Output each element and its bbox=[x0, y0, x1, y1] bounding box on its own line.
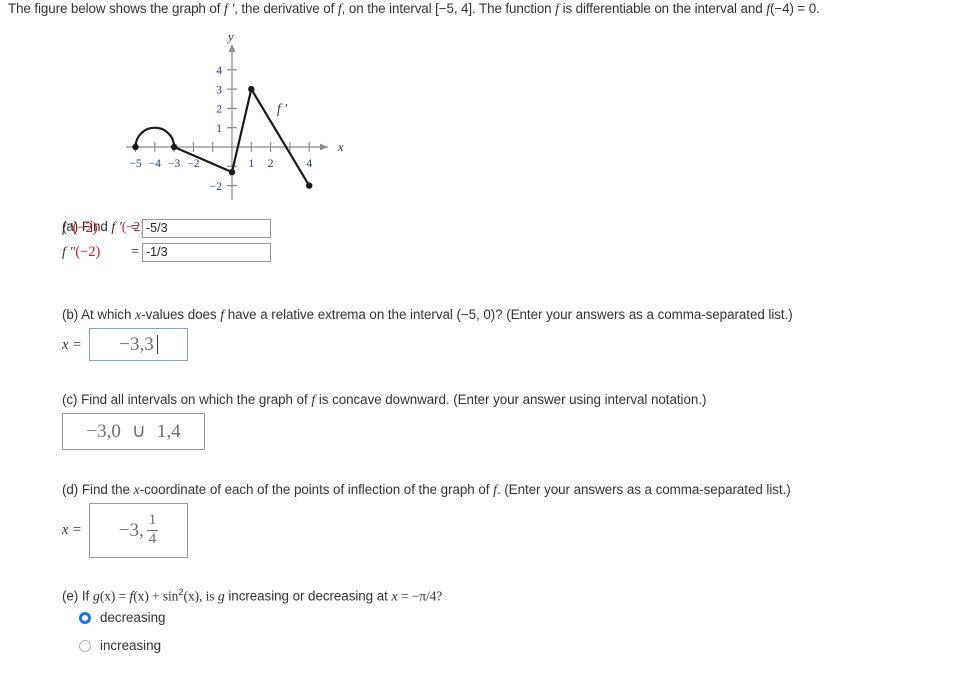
part-d-answer-box[interactable]: −3, 1 4 bbox=[89, 503, 188, 558]
part-a-label-1: f ′(−2) bbox=[62, 220, 128, 237]
x-axis-arrow bbox=[320, 143, 328, 151]
part-a-equals-1: = bbox=[130, 220, 140, 236]
part-a-label-2-arg: (−2) bbox=[75, 244, 101, 260]
part-e-q-value: = −π/4? bbox=[397, 588, 443, 604]
part-e-q-g2: g bbox=[217, 589, 225, 605]
prompt-text-4: is differentiable on the interval and bbox=[558, 1, 767, 16]
prompt-f-prime: f ′ bbox=[224, 2, 235, 17]
x-tick-label-2: 2 bbox=[268, 158, 274, 170]
part-b-q-pre: (b) At which bbox=[62, 307, 136, 322]
part-b-answer-value: −3,3 bbox=[119, 333, 154, 355]
part-e-question: (e) If g(x) = f(x) + sin2(x), is g incre… bbox=[62, 587, 442, 605]
problem-statement: The figure below shows the graph of f ′,… bbox=[8, 1, 820, 18]
part-a-label-1-arg: (−2) bbox=[72, 220, 98, 236]
part-a-equals-2: = bbox=[130, 244, 140, 260]
part-b-x-equals: x = bbox=[62, 337, 82, 353]
y-tick-label-2: 2 bbox=[216, 104, 222, 116]
radio-label-increasing: increasing bbox=[100, 638, 162, 653]
part-e-q-gx: (x) = bbox=[99, 588, 130, 604]
union-symbol: ∪ bbox=[131, 421, 146, 442]
x-tick-label-neg3: −3 bbox=[168, 158, 180, 170]
part-b-question: (b) At which x-values does f have a rela… bbox=[62, 307, 793, 324]
prompt-text-2: , the derivative of bbox=[234, 1, 338, 16]
fraction-denominator: 4 bbox=[148, 531, 157, 548]
radio-icon-selected[interactable] bbox=[79, 611, 91, 624]
x-tick-label-neg5: −5 bbox=[129, 158, 141, 170]
part-d-q-mid: -coordinate of each of the points of inf… bbox=[139, 482, 494, 497]
curve-segment-descending bbox=[173, 145, 234, 174]
part-b-q-mid2: have a relative extrema on the interval … bbox=[224, 307, 793, 322]
part-b-answer-box[interactable]: −3,3 bbox=[89, 328, 188, 361]
x-axis-label: x bbox=[337, 140, 344, 154]
part-c-question: (c) Find all intervals on which the grap… bbox=[62, 392, 706, 409]
x-tick-label-4: 4 bbox=[306, 158, 312, 170]
axes-group bbox=[126, 48, 328, 200]
endpoint-dot-neg3 bbox=[170, 143, 178, 151]
fraction-numerator: 1 bbox=[148, 512, 157, 529]
part-e-q-sinx: (x), is bbox=[183, 588, 218, 604]
part-d-q-pre: (d) Find the bbox=[62, 482, 134, 497]
part-e-q-pre: (e) If bbox=[62, 588, 93, 604]
endpoint-dot-peak bbox=[248, 85, 255, 93]
y-axis-label: y bbox=[226, 30, 234, 44]
part-a-input-fdoubleprime[interactable] bbox=[142, 243, 271, 262]
text-caret bbox=[156, 335, 158, 354]
y-tick-label-3: 3 bbox=[216, 84, 222, 96]
endpoint-dot-neg5 bbox=[132, 143, 139, 151]
part-d-q-post: . (Enter your answers as a comma-separat… bbox=[496, 482, 791, 497]
part-c-q-pre: (c) Find all intervals on which the grap… bbox=[62, 392, 312, 407]
part-d-value-first: −3, bbox=[118, 519, 144, 541]
part-c-value-left: −3,0 bbox=[86, 420, 121, 442]
part-a-input-fprime[interactable] bbox=[142, 219, 271, 238]
curve-label-f-prime: f ′ bbox=[277, 101, 288, 116]
y-tick-label-neg2: −2 bbox=[210, 181, 222, 193]
radio-option-increasing[interactable]: increasing bbox=[79, 638, 161, 653]
radio-label-decreasing: decreasing bbox=[100, 610, 166, 625]
part-a-label-2-f: f ″ bbox=[62, 245, 76, 260]
part-a-label-1-f: f ′ bbox=[62, 221, 73, 236]
prompt-text-5: (−4) = 0. bbox=[770, 1, 820, 16]
part-e-q-g1: g bbox=[92, 589, 100, 605]
y-tick-label-1: 1 bbox=[216, 123, 222, 135]
x-tick-label-neg4: −4 bbox=[149, 158, 161, 170]
part-e-q-tail: increasing or decreasing at bbox=[224, 588, 392, 604]
y-tick-labels: 4 3 2 1 −2 bbox=[210, 65, 223, 193]
prompt-text-3: , on the interval [−5, 4]. The function bbox=[341, 1, 556, 16]
part-c-answer-box[interactable]: −3,0 ∪ 1,4 bbox=[62, 413, 205, 450]
part-d-question: (d) Find the x-coordinate of each of the… bbox=[62, 482, 791, 499]
y-axis-arrow bbox=[228, 44, 236, 52]
part-a-row-2: f ″(−2) = bbox=[62, 242, 271, 263]
part-e-q-fx: (x) + sin bbox=[133, 588, 179, 604]
part-a-row-1: f ′(−2) = bbox=[62, 218, 271, 239]
part-c-q-post: is concave downward. (Enter your answer … bbox=[315, 392, 707, 407]
x-tick-label-neg2: −2 bbox=[187, 158, 199, 170]
y-tick-label-4: 4 bbox=[216, 65, 222, 77]
endpoint-dot-x4 bbox=[306, 182, 313, 189]
part-b-q-mid1: -values does bbox=[141, 307, 221, 322]
fraction-one-fourth: 1 4 bbox=[146, 512, 159, 548]
x-tick-label-1: 1 bbox=[248, 158, 254, 170]
prompt-text-1: The figure below shows the graph of bbox=[8, 1, 224, 16]
part-a-answers: f ′(−2) = f ″(−2) = bbox=[62, 218, 271, 266]
graph-svg: −5 −4 −3 −2 1 2 4 4 3 2 1 −2 x y f ′ bbox=[126, 30, 344, 200]
derivative-graph-figure: −5 −4 −3 −2 1 2 4 4 3 2 1 −2 x y f ′ bbox=[110, 28, 370, 208]
part-c-value-right: 1,4 bbox=[156, 420, 181, 442]
radio-option-decreasing[interactable]: decreasing bbox=[79, 610, 166, 625]
endpoint-dot-origin-min bbox=[228, 168, 236, 176]
part-d-x-equals: x = bbox=[62, 522, 82, 538]
part-a-label-2: f ″(−2) bbox=[62, 244, 128, 261]
radio-icon-unselected[interactable] bbox=[79, 639, 91, 652]
